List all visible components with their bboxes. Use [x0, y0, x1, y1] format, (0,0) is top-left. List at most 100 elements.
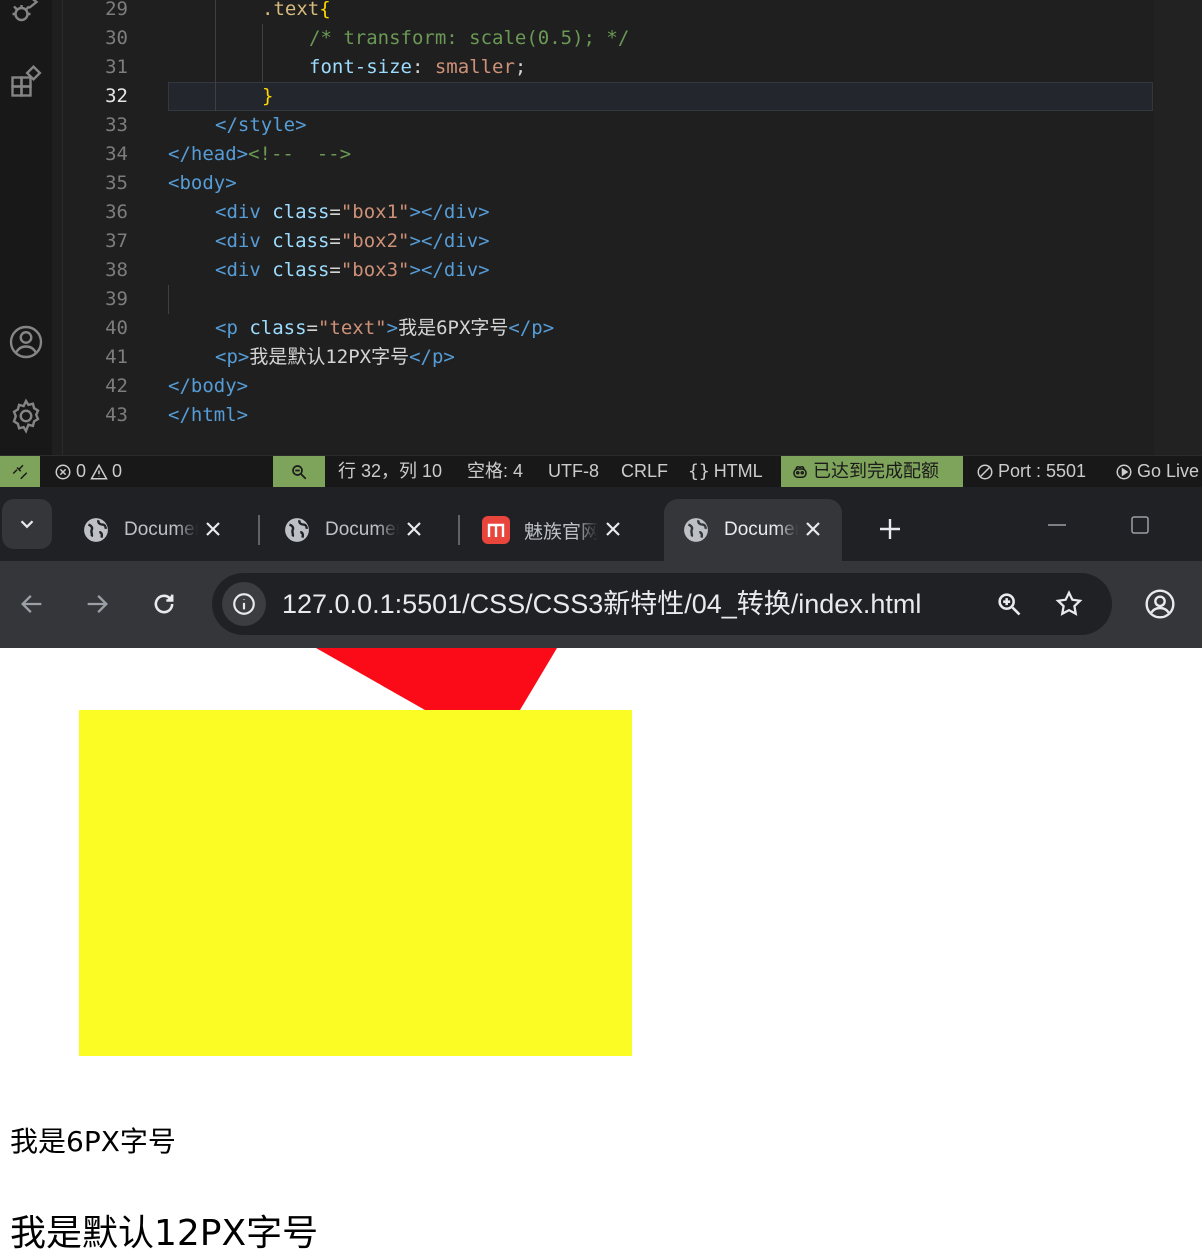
url-text[interactable]: 127.0.0.1:5501/CSS/CSS3新特性/04_转换/index.h…	[282, 573, 921, 635]
code-text[interactable]: <div class="box2"></div>	[168, 227, 1153, 256]
code-token: ></div>	[409, 230, 490, 252]
code-line[interactable]: 39	[62, 285, 1154, 314]
minimize-button[interactable]	[1032, 505, 1082, 545]
code-text[interactable]: <p>我是默认12PX字号</p>	[168, 343, 1153, 372]
port-label: Port : 5501	[998, 461, 1087, 481]
settings-gear-icon[interactable]	[6, 396, 46, 436]
code-token: >	[225, 172, 237, 194]
yellow-box	[79, 710, 632, 1056]
code-line[interactable]: 29 .text{	[62, 0, 1154, 24]
tab-close-icon[interactable]	[401, 516, 427, 542]
tab-search-button[interactable]	[2, 499, 52, 549]
code-text[interactable]: </body>	[168, 372, 1153, 401]
broadcast-icon	[1116, 464, 1132, 479]
encoding[interactable]: UTF-8	[548, 456, 599, 487]
code-line[interactable]: 40 <p class="text">我是6PX字号</p>	[62, 314, 1154, 343]
site-info-button[interactable]	[222, 582, 266, 626]
indent-guide	[168, 285, 169, 314]
maximize-button[interactable]	[1115, 505, 1165, 545]
code-text[interactable]: </html>	[168, 401, 1153, 430]
line-ending[interactable]: CRLF	[621, 456, 668, 487]
line-number: 33	[105, 114, 128, 136]
code-token: ></div>	[409, 201, 490, 223]
code-line[interactable]: 30 /* transform: scale(0.5); */	[62, 24, 1154, 53]
tab-close-icon[interactable]	[600, 516, 626, 542]
code-text[interactable]: </style>	[168, 111, 1153, 140]
port-status[interactable]: Port : 5501	[976, 456, 1086, 487]
code-token: "box1"	[340, 201, 410, 223]
code-text[interactable]: }	[168, 82, 1153, 111]
line-number: 31	[105, 56, 128, 78]
minimap[interactable]	[1154, 0, 1202, 455]
code-text[interactable]: </head><!-- -->	[168, 140, 1153, 169]
address-bar[interactable]: 127.0.0.1:5501/CSS/CSS3新特性/04_转换/index.h…	[212, 573, 1112, 635]
code-text[interactable]: <p class="text">我是6PX字号</p>	[168, 314, 1153, 343]
debug-icon[interactable]	[6, 0, 46, 28]
extensions-icon[interactable]	[6, 62, 46, 102]
code-token: :	[411, 56, 435, 78]
code-line[interactable]: 34 </head><!-- -->	[62, 140, 1154, 169]
code-text[interactable]	[168, 285, 1153, 314]
code-token: >	[295, 114, 307, 136]
code-line[interactable]: 43 </html>	[62, 401, 1154, 430]
line-number: 37	[105, 230, 128, 252]
code-line[interactable]: 36 <div class="box1"></div>	[62, 198, 1154, 227]
remote-indicator[interactable]	[0, 456, 40, 487]
browser-tab[interactable]: Document	[64, 499, 242, 561]
code-line[interactable]: 42 </body>	[62, 372, 1154, 401]
code-text[interactable]: <body>	[168, 169, 1153, 198]
chevron-down-icon	[20, 520, 34, 529]
line-number: 39	[105, 288, 128, 310]
code-line[interactable]: 33 </style>	[62, 111, 1154, 140]
zoom-button[interactable]	[987, 582, 1031, 626]
code-token: style	[237, 114, 296, 136]
code-token: "box2"	[340, 230, 410, 252]
code-line[interactable]: 31 font-size: smaller;	[62, 53, 1154, 82]
back-button[interactable]	[9, 581, 55, 627]
error-icon	[55, 464, 71, 479]
code-text[interactable]: /* transform: scale(0.5); */	[168, 24, 1153, 53]
code-line[interactable]: 32}	[62, 82, 1154, 111]
code-token: "text"	[317, 317, 387, 339]
tab-close-icon[interactable]	[800, 516, 826, 542]
code-text[interactable]: <div class="box3"></div>	[168, 256, 1153, 285]
code-line[interactable]: 37 <div class="box2"></div>	[62, 227, 1154, 256]
forward-button[interactable]	[74, 581, 120, 627]
copilot-status[interactable]: 已达到完成配额	[781, 456, 963, 487]
browser-tab[interactable]: Document	[265, 499, 443, 561]
profile-button[interactable]	[1137, 581, 1183, 627]
code-token: </	[168, 143, 191, 165]
arrow-right-icon	[87, 595, 108, 613]
line-number: 43	[105, 404, 128, 426]
reload-button[interactable]	[141, 581, 187, 627]
braces-icon: {}	[688, 461, 710, 482]
tab-close-icon[interactable]	[200, 516, 226, 542]
code-text[interactable]: <div class="box1"></div>	[168, 198, 1153, 227]
account-icon[interactable]	[6, 322, 46, 362]
cursor-position[interactable]: 行 32，列 10	[338, 456, 442, 487]
tab-divider	[258, 515, 260, 545]
indentation[interactable]: 空格: 4	[467, 456, 523, 487]
code-text[interactable]: font-size: smaller;	[168, 53, 1153, 82]
code-token: smaller	[434, 56, 515, 78]
code-token: <div	[215, 259, 273, 281]
code-line[interactable]: 41 <p>我是默认12PX字号</p>	[62, 343, 1154, 372]
code-text[interactable]: .text{	[168, 0, 1153, 24]
language-mode[interactable]: {} HTML	[688, 456, 763, 487]
go-live-button[interactable]: Go Live	[1115, 456, 1199, 487]
browser-tab-active[interactable]: Document	[664, 499, 842, 561]
browser-tab[interactable]: 魅族官网	[464, 499, 642, 561]
code-line[interactable]: 38 <div class="box3"></div>	[62, 256, 1154, 285]
problems-indicator[interactable]: 0 0	[54, 456, 122, 487]
code-editor[interactable]: 29 .text{30/* transform: scale(0.5); */31…	[0, 0, 1202, 455]
code-line[interactable]: 35 <body>	[62, 169, 1154, 198]
bookmark-button[interactable]	[1047, 582, 1091, 626]
browser-tab-strip: Document Document 魅族官网 Document	[0, 487, 1202, 561]
line-number: 29	[105, 0, 128, 20]
new-tab-button[interactable]	[868, 507, 912, 551]
line-number: 38	[105, 259, 128, 281]
code-lines[interactable]: 29 .text{30/* transform: scale(0.5); */31…	[62, 0, 1154, 455]
line-number: 34	[105, 143, 128, 165]
search-status-button[interactable]	[273, 456, 325, 487]
code-token: <p>	[215, 346, 250, 368]
